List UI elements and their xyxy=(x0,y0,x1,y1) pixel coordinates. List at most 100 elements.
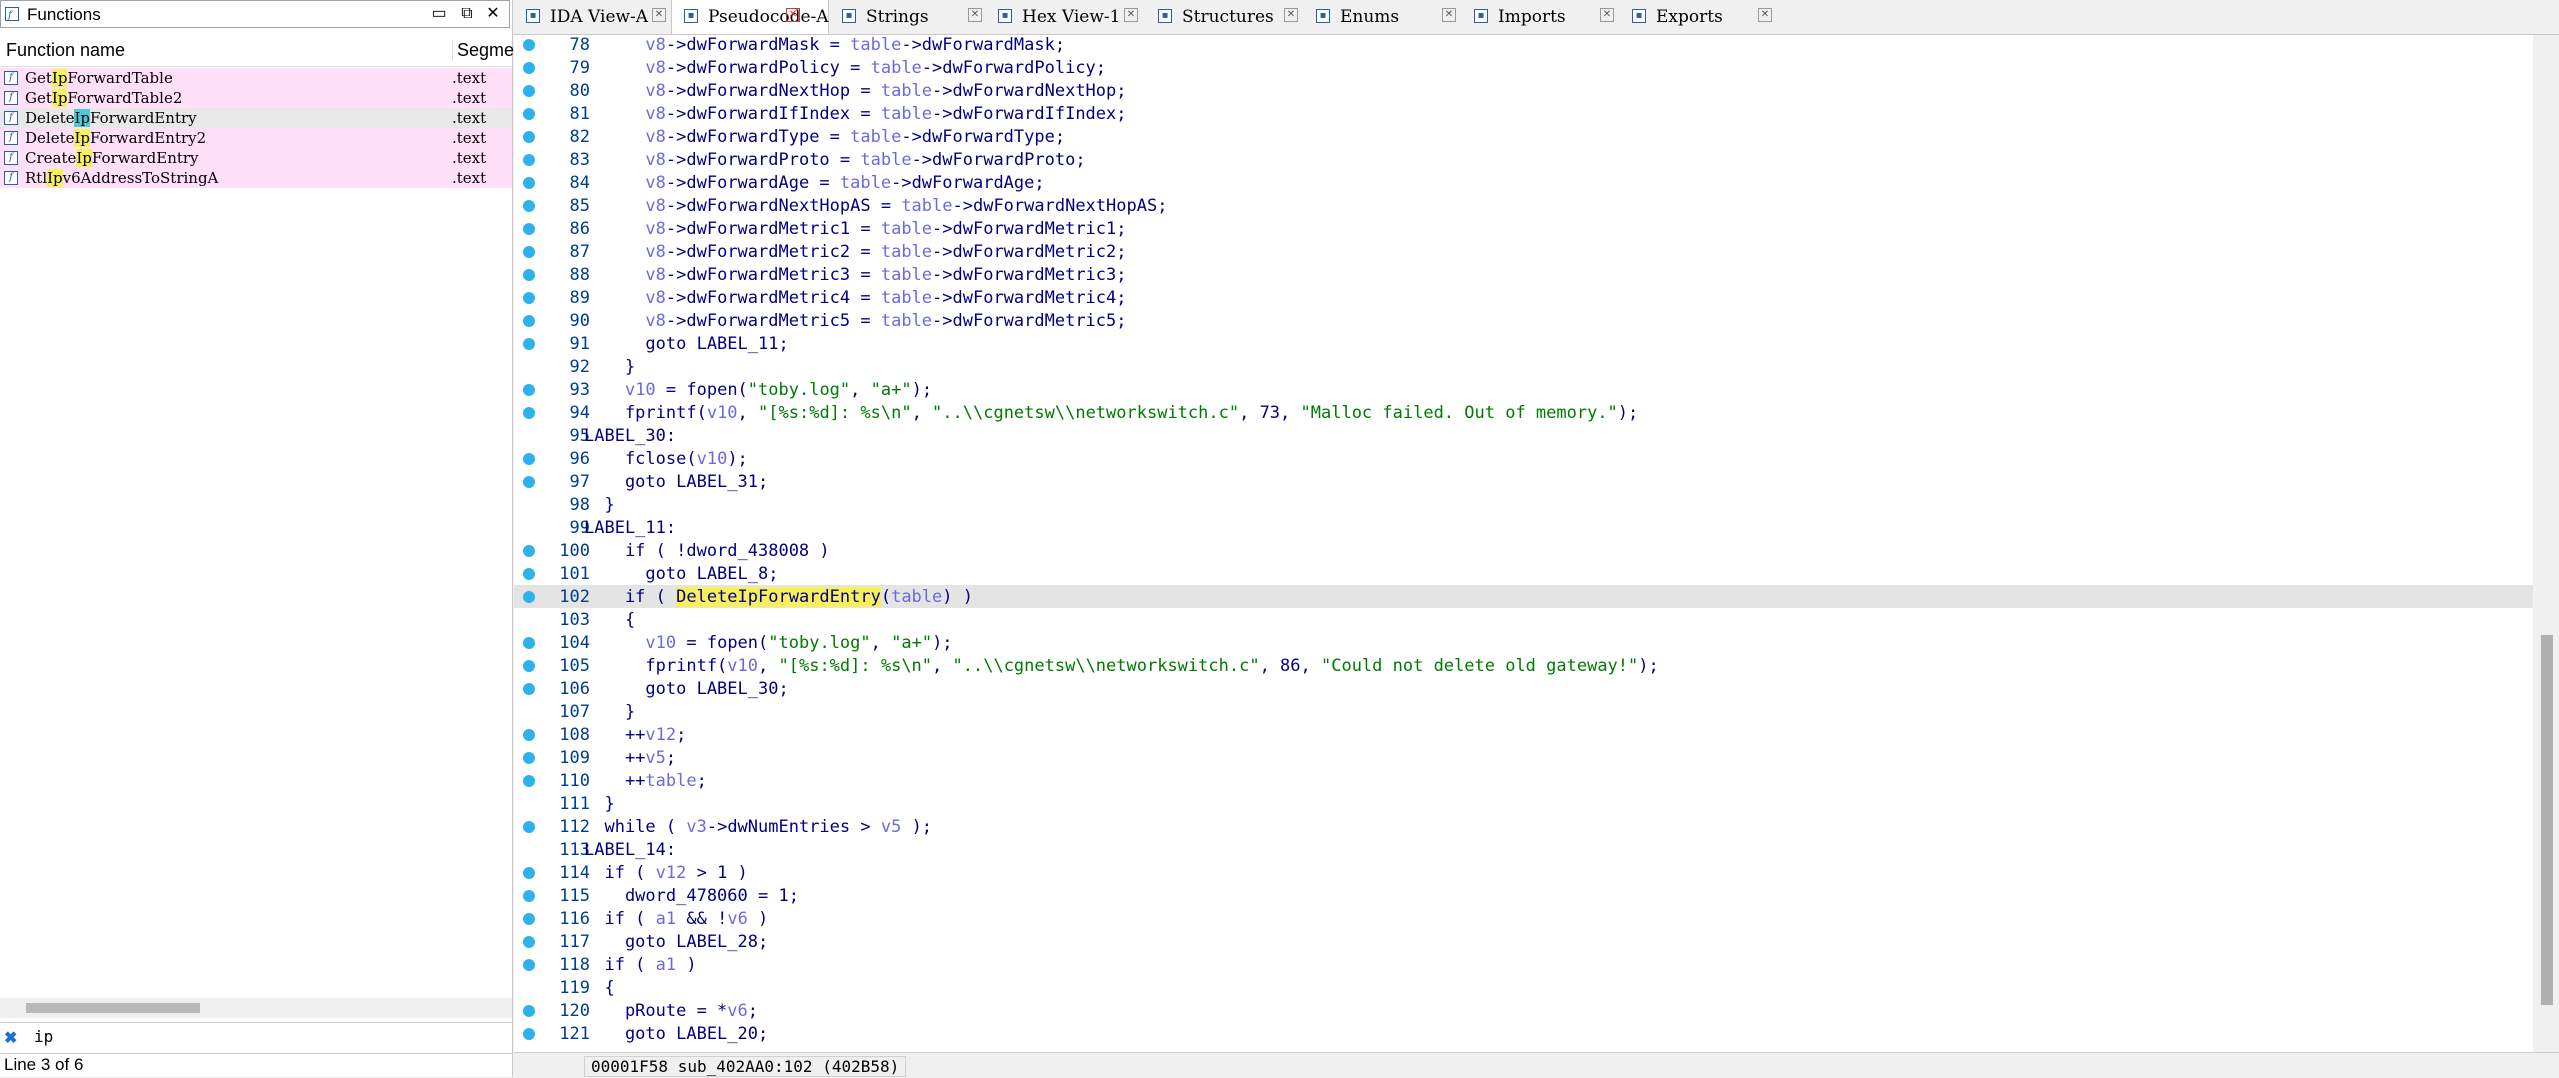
close-tab-icon[interactable]: ✕ xyxy=(786,8,800,22)
code-line[interactable]: 118 if ( a1 ) xyxy=(514,953,2533,976)
code-line[interactable]: 93 v10 = fopen("toby.log", "a+"); xyxy=(514,378,2533,401)
column-function-name[interactable]: Function name xyxy=(6,40,125,61)
breakpoint-dot-icon[interactable] xyxy=(523,821,535,833)
function-row[interactable]: f GetIpForwardTable2 .text xyxy=(0,88,512,108)
code-line[interactable]: 111 } xyxy=(514,792,2533,815)
function-row[interactable]: f CreateIpForwardEntry .text xyxy=(0,148,512,168)
breakpoint-dot-icon[interactable] xyxy=(523,775,535,787)
functions-filter[interactable]: ✖ ip xyxy=(0,1022,512,1054)
code-line[interactable]: 112 while ( v3->dwNumEntries > v5 ); xyxy=(514,815,2533,838)
breakpoint-dot-icon[interactable] xyxy=(523,131,535,143)
code-line[interactable]: 78 v8->dwForwardMask = table->dwForwardM… xyxy=(514,35,2533,56)
scrollbar-thumb[interactable] xyxy=(2541,635,2553,1005)
code-line[interactable]: 110 ++table; xyxy=(514,769,2533,792)
code-line[interactable]: 87 v8->dwForwardMetric2 = table->dwForwa… xyxy=(514,240,2533,263)
function-row[interactable]: f GetIpForwardTable .text xyxy=(0,68,512,88)
code-line[interactable]: 82 v8->dwForwardType = table->dwForwardT… xyxy=(514,125,2533,148)
code-line[interactable]: 102 if ( DeleteIpForwardEntry(table) ) xyxy=(514,585,2533,608)
code-line[interactable]: 86 v8->dwForwardMetric1 = table->dwForwa… xyxy=(514,217,2533,240)
tab-hex-view-1[interactable]: ▪ Hex View-1 ✕ xyxy=(986,0,1142,34)
breakpoint-dot-icon[interactable] xyxy=(523,200,535,212)
tab-exports[interactable]: ▪ Exports ✕ xyxy=(1620,0,1776,34)
pseudocode-view[interactable]: 78 v8->dwForwardMask = table->dwForwardM… xyxy=(514,35,2533,1052)
code-line[interactable]: 88 v8->dwForwardMetric3 = table->dwForwa… xyxy=(514,263,2533,286)
code-line[interactable]: 91 goto LABEL_11; xyxy=(514,332,2533,355)
close-tab-icon[interactable]: ✕ xyxy=(652,8,666,22)
code-line[interactable]: 80 v8->dwForwardNextHop = table->dwForwa… xyxy=(514,79,2533,102)
code-line[interactable]: 96 fclose(v10); xyxy=(514,447,2533,470)
code-line[interactable]: 95 LABEL_30: xyxy=(514,424,2533,447)
code-line[interactable]: 98 } xyxy=(514,493,2533,516)
code-line[interactable]: 104 v10 = fopen("toby.log", "a+"); xyxy=(514,631,2533,654)
code-line[interactable]: 113 LABEL_14: xyxy=(514,838,2533,861)
close-icon[interactable]: ✕ xyxy=(483,4,503,24)
breakpoint-dot-icon[interactable] xyxy=(523,729,535,741)
tab-ida-view-a[interactable]: ▪ IDA View-A ✕ xyxy=(514,0,670,34)
breakpoint-dot-icon[interactable] xyxy=(523,177,535,189)
code-line[interactable]: 94 fprintf(v10, "[%s:%d]: %s\n", "..\\cg… xyxy=(514,401,2533,424)
breakpoint-dot-icon[interactable] xyxy=(523,637,535,649)
breakpoint-dot-icon[interactable] xyxy=(523,660,535,672)
scrollbar-thumb[interactable] xyxy=(26,1003,200,1013)
breakpoint-dot-icon[interactable] xyxy=(523,85,535,97)
code-line[interactable]: 121 goto LABEL_20; xyxy=(514,1022,2533,1045)
breakpoint-dot-icon[interactable] xyxy=(523,1028,535,1040)
breakpoint-dot-icon[interactable] xyxy=(523,384,535,396)
code-line[interactable]: 115 dword_478060 = 1; xyxy=(514,884,2533,907)
functions-horizontal-scrollbar[interactable] xyxy=(0,998,512,1018)
code-line[interactable]: 99 LABEL_11: xyxy=(514,516,2533,539)
code-line[interactable]: 105 fprintf(v10, "[%s:%d]: %s\n", "..\\c… xyxy=(514,654,2533,677)
maximize-icon[interactable]: ▭ xyxy=(429,4,449,24)
breakpoint-dot-icon[interactable] xyxy=(523,62,535,74)
breakpoint-dot-icon[interactable] xyxy=(523,959,535,971)
clear-filter-icon[interactable]: ✖ xyxy=(4,1028,17,1048)
breakpoint-dot-icon[interactable] xyxy=(523,936,535,948)
code-line[interactable]: 120 pRoute = *v6; xyxy=(514,999,2533,1022)
code-line[interactable]: 92 } xyxy=(514,355,2533,378)
close-tab-icon[interactable]: ✕ xyxy=(968,8,982,22)
restore-icon[interactable]: ⧉ xyxy=(457,4,477,24)
close-tab-icon[interactable]: ✕ xyxy=(1758,8,1772,22)
code-line[interactable]: 83 v8->dwForwardProto = table->dwForward… xyxy=(514,148,2533,171)
function-row[interactable]: f DeleteIpForwardEntry2 .text xyxy=(0,128,512,148)
breakpoint-dot-icon[interactable] xyxy=(523,545,535,557)
breakpoint-dot-icon[interactable] xyxy=(523,453,535,465)
code-line[interactable]: 85 v8->dwForwardNextHopAS = table->dwFor… xyxy=(514,194,2533,217)
code-line[interactable]: 100 if ( !dword_438008 ) xyxy=(514,539,2533,562)
code-line[interactable]: 117 goto LABEL_28; xyxy=(514,930,2533,953)
code-line[interactable]: 116 if ( a1 && !v6 ) xyxy=(514,907,2533,930)
tab-imports[interactable]: ▪ Imports ✕ xyxy=(1462,0,1618,34)
breakpoint-dot-icon[interactable] xyxy=(523,407,535,419)
breakpoint-dot-icon[interactable] xyxy=(523,108,535,120)
code-line[interactable]: 79 v8->dwForwardPolicy = table->dwForwar… xyxy=(514,56,2533,79)
tab-enums[interactable]: ▪ Enums ✕ xyxy=(1304,0,1460,34)
breakpoint-dot-icon[interactable] xyxy=(523,867,535,879)
column-segment[interactable]: Segme xyxy=(452,40,514,61)
filter-input[interactable]: ip xyxy=(34,1027,53,1046)
breakpoint-dot-icon[interactable] xyxy=(523,292,535,304)
breakpoint-dot-icon[interactable] xyxy=(523,890,535,902)
breakpoint-dot-icon[interactable] xyxy=(523,752,535,764)
tab-strings[interactable]: ▪ Strings ✕ xyxy=(830,0,986,34)
breakpoint-dot-icon[interactable] xyxy=(523,568,535,580)
code-line[interactable]: 101 goto LABEL_8; xyxy=(514,562,2533,585)
code-line[interactable]: 103 { xyxy=(514,608,2533,631)
tab-pseudocode-a[interactable]: ▪ Pseudocode-A ✕ xyxy=(671,0,829,34)
code-line[interactable]: 89 v8->dwForwardMetric4 = table->dwForwa… xyxy=(514,286,2533,309)
code-line[interactable]: 90 v8->dwForwardMetric5 = table->dwForwa… xyxy=(514,309,2533,332)
breakpoint-dot-icon[interactable] xyxy=(523,315,535,327)
close-tab-icon[interactable]: ✕ xyxy=(1124,8,1138,22)
breakpoint-dot-icon[interactable] xyxy=(523,591,535,603)
function-row[interactable]: f DeleteIpForwardEntry .text xyxy=(0,108,512,128)
breakpoint-dot-icon[interactable] xyxy=(523,913,535,925)
close-tab-icon[interactable]: ✕ xyxy=(1600,8,1614,22)
tab-structures[interactable]: ▪ Structures ✕ xyxy=(1146,0,1302,34)
close-tab-icon[interactable]: ✕ xyxy=(1442,8,1456,22)
code-line[interactable]: 106 goto LABEL_30; xyxy=(514,677,2533,700)
code-line[interactable]: 84 v8->dwForwardAge = table->dwForwardAg… xyxy=(514,171,2533,194)
code-line[interactable]: 97 goto LABEL_31; xyxy=(514,470,2533,493)
code-line[interactable]: 119 { xyxy=(514,976,2533,999)
close-tab-icon[interactable]: ✕ xyxy=(1284,8,1298,22)
code-line[interactable]: 109 ++v5; xyxy=(514,746,2533,769)
code-line[interactable]: 81 v8->dwForwardIfIndex = table->dwForwa… xyxy=(514,102,2533,125)
